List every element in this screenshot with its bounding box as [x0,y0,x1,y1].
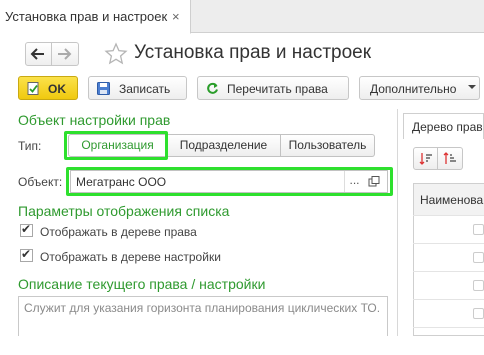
floppy-icon [97,82,110,95]
sort-descending-icon [443,152,456,164]
tree-expand-icon[interactable] [473,252,484,263]
tree-expand-icon[interactable] [473,308,484,319]
star-icon[interactable] [104,42,128,66]
show-rights-checkbox[interactable] [20,222,33,237]
more-label: Дополнительно [370,82,457,96]
display-params-heading: Параметры отображения списка [18,203,230,219]
forward-button[interactable] [52,42,79,66]
more-button[interactable]: Дополнительно [359,76,480,100]
arrow-left-icon [30,48,44,60]
highlight-type-organization [64,131,168,160]
tree-expand-icon[interactable] [473,280,484,291]
sort-desc-button[interactable] [438,147,463,170]
type-option-department[interactable]: Подразделение [167,134,281,157]
tab-rights-tree[interactable]: Дерево прав [403,113,484,139]
ok-label: OK [48,82,66,96]
table-row[interactable] [413,215,484,243]
refresh-icon [207,82,218,94]
table-row[interactable] [413,243,484,271]
type-option-user[interactable]: Пользователь [281,134,375,157]
description-text: Служит для указания горизонта планирован… [24,301,381,315]
save-label: Записать [119,82,171,96]
page-title: Установка прав и настроек [134,42,372,63]
type-label: Тип: [18,139,42,153]
reread-label: Перечитать права [227,82,328,96]
table-row[interactable] [413,271,484,299]
show-settings-checkbox[interactable] [20,247,33,262]
tab-title: Установка прав и настроек [5,9,168,24]
object-label: Объект: [18,175,63,189]
highlight-object-field [66,167,393,196]
tree-expand-icon[interactable] [473,224,484,235]
ok-button[interactable]: OK [18,76,78,100]
document-check-icon [27,82,39,95]
rights-tree-tab-label: Дерево прав [412,120,483,134]
table-row[interactable] [413,299,484,327]
back-button[interactable] [25,42,52,66]
grid-header: Наименова [414,184,484,216]
show-rights-label: Отображать в дереве права [40,225,197,239]
arrow-right-icon [58,48,72,60]
sort-ascending-icon [419,153,432,165]
table-row[interactable] [413,327,484,355]
tab-bar: Установка прав и настроек × [0,0,484,34]
close-icon[interactable]: × [172,9,180,24]
sort-asc-button[interactable] [413,147,438,170]
tab-rights-settings[interactable]: Установка прав и настроек × [0,0,191,34]
description-textarea[interactable]: Служит для указания горизонта планирован… [18,296,388,336]
show-settings-label: Отображать в дереве настройки [40,250,221,264]
description-heading: Описание текущего права / настройки [18,276,266,292]
settings-object-heading: Объект настройки прав [18,112,171,128]
reread-rights-button[interactable]: Перечитать права [197,76,349,100]
chevron-down-icon [468,85,476,89]
save-button[interactable]: Записать [88,76,187,100]
column-header-name: Наименова [420,193,484,207]
